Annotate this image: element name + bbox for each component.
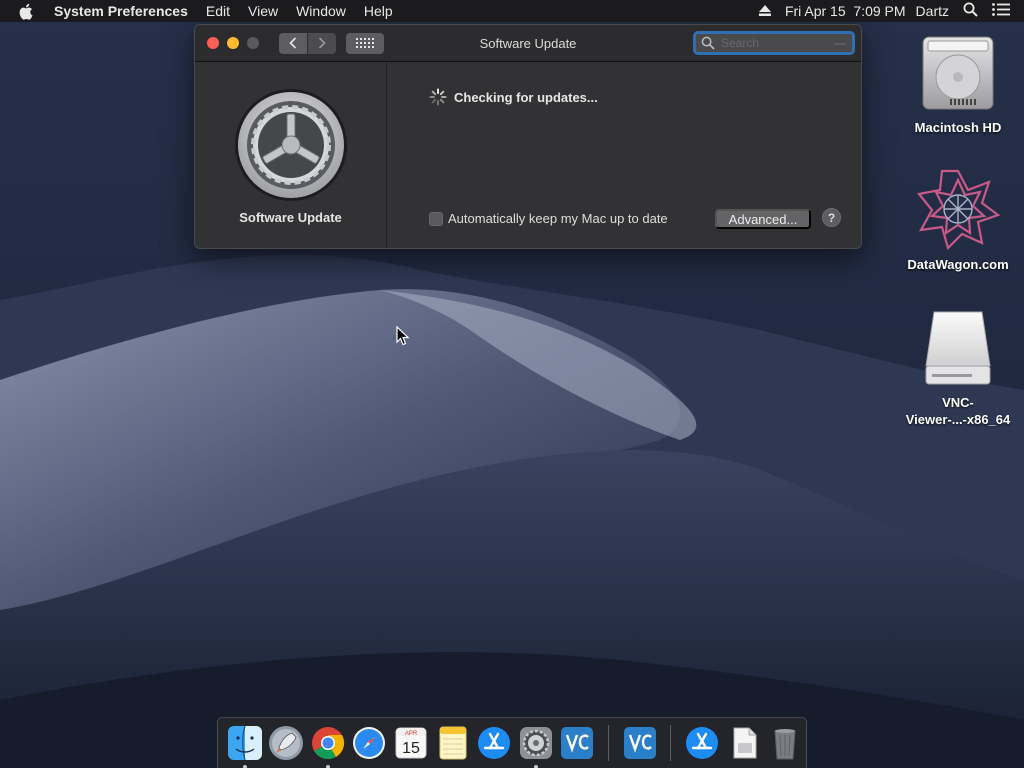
desktop-icon-vnc-viewer[interactable]: VNC- Viewer-...-x86_64 [898,308,1018,428]
dock-trash[interactable] [766,723,806,763]
finder-icon [227,725,262,761]
grid-icon [356,38,374,48]
auto-update-label[interactable]: Automatically keep my Mac up to date [448,211,668,226]
desktop-icon-label: Macintosh HD [914,120,1002,135]
dock-finder[interactable] [225,723,265,768]
disk-image-icon [925,311,991,385]
app-store-icon [686,727,719,759]
update-main-panel: Checking for updates... Automatically ke… [387,62,861,248]
vnc-viewer-icon [561,727,594,759]
dock-chrome[interactable] [308,723,348,768]
window-titlebar[interactable]: Software Update — [195,25,861,62]
search-icon [701,36,715,50]
system-preferences-gear-icon [519,727,552,759]
chevron-left-icon [289,37,297,49]
clear-search-icon[interactable]: — [834,36,846,50]
desktop-icon-label: DataWagon.com [907,257,1009,272]
launchpad-rocket-icon [269,726,304,760]
dock-vnc-viewer-2[interactable] [620,723,660,763]
calendar-day: 15 [402,740,420,757]
dock-launchpad[interactable] [267,723,307,763]
menu-app-name[interactable]: System Preferences [54,0,197,22]
software-update-window: Software Update — [194,24,862,249]
menubar-user[interactable]: Dartz [916,3,949,19]
software-update-gear-icon [234,89,347,201]
close-button[interactable] [207,37,219,49]
dock: APR 15 [217,717,807,768]
notes-icon [439,726,466,760]
menubar-clock[interactable]: Fri Apr 15 7:09 PM [785,3,906,19]
dock-app-store-downloads[interactable] [682,723,722,763]
desktop-icon-label: VNC- Viewer-...-x86_64 [906,394,1011,428]
dock-calendar[interactable]: APR 15 [391,723,431,763]
mouse-cursor-icon [396,326,410,346]
spotlight-search-icon[interactable] [963,2,978,20]
safari-compass-icon [353,727,386,759]
search-field[interactable]: — [693,31,855,55]
dock-separator [670,725,672,761]
dock-vnc-viewer[interactable] [557,723,597,763]
navigation-buttons [279,32,336,54]
chrome-icon [311,727,344,760]
notification-center-icon[interactable] [992,3,1010,19]
desktop-icon-macintosh-hd[interactable]: Macintosh HD [898,33,1018,136]
trash-icon [774,729,796,760]
apple-menu-icon[interactable] [18,3,38,20]
document-icon [733,727,757,759]
advanced-button[interactable]: Advanced... [715,209,811,229]
show-all-button[interactable] [346,32,384,54]
desktop-icon-datawagon[interactable]: DataWagon.com [898,168,1018,273]
eject-icon[interactable] [758,3,771,19]
datawagon-logo-icon [916,169,1000,250]
menu-help[interactable]: Help [355,0,402,22]
auto-update-checkbox[interactable] [429,211,443,226]
dock-system-preferences[interactable] [516,723,556,768]
desktop-icon-label-line2: Viewer-...-x86_64 [905,412,1011,427]
menu-window[interactable]: Window [287,0,355,22]
sidebar-panel: Software Update [195,62,387,248]
menu-edit[interactable]: Edit [197,0,239,22]
dock-safari[interactable] [350,723,390,763]
back-button[interactable] [279,32,307,54]
dock-app-store[interactable] [474,723,514,763]
search-input[interactable] [721,36,831,50]
forward-button[interactable] [308,32,336,54]
dock-notes[interactable] [433,723,473,763]
dock-separator [607,725,609,761]
loading-spinner-icon [429,88,447,106]
sidebar-label: Software Update [239,210,342,225]
calendar-month: APR [405,731,418,737]
menu-bar: System Preferences Edit View Window Help… [0,0,1024,22]
chevron-right-icon [318,37,326,49]
status-text: Checking for updates... [454,89,598,105]
update-status: Checking for updates... [429,88,598,106]
vnc-viewer-icon [623,727,656,759]
window-controls [207,37,267,49]
menu-view[interactable]: View [239,0,287,22]
app-store-icon [478,727,511,759]
help-button[interactable]: ? [822,208,841,227]
calendar-icon: APR 15 [395,727,427,759]
auto-update-row: Automatically keep my Mac up to date [429,211,668,226]
minimize-button[interactable] [227,37,239,49]
zoom-button[interactable] [247,37,259,49]
dock-disk-image[interactable] [724,723,764,763]
hard-drive-icon [922,36,994,110]
desktop-icon-label-line1: VNC- [942,395,974,410]
